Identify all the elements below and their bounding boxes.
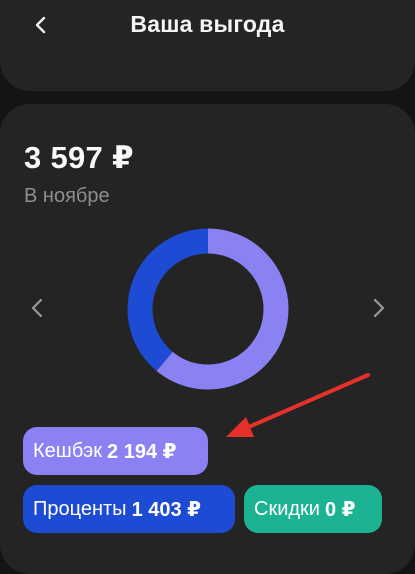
previous-month-button[interactable] [22,293,52,323]
total-amount: 3 597 ₽ [24,140,134,175]
discounts-chip-label: Скидки [254,497,320,520]
cashback-chip-label: Кешбэк [33,439,103,462]
top-bar: Ваша выгода [0,0,415,91]
next-month-button[interactable] [364,293,394,323]
chevron-right-icon [373,298,385,318]
discounts-chip[interactable]: Скидки 0 ₽ [244,485,382,533]
cashback-chip[interactable]: Кешбэк 2 194 ₽ [23,427,208,475]
chevron-left-icon [31,298,43,318]
benefit-donut-chart [127,228,289,390]
interest-chip[interactable]: Проценты 1 403 ₽ [23,485,235,533]
cashback-chip-value: 2 194 ₽ [107,440,177,463]
period-label: В ноябре [24,185,110,207]
interest-chip-value: 1 403 ₽ [131,498,202,521]
interest-chip-label: Проценты [33,497,127,520]
discounts-chip-value: 0 ₽ [324,498,356,521]
page-title: Ваша выгода [130,11,285,37]
